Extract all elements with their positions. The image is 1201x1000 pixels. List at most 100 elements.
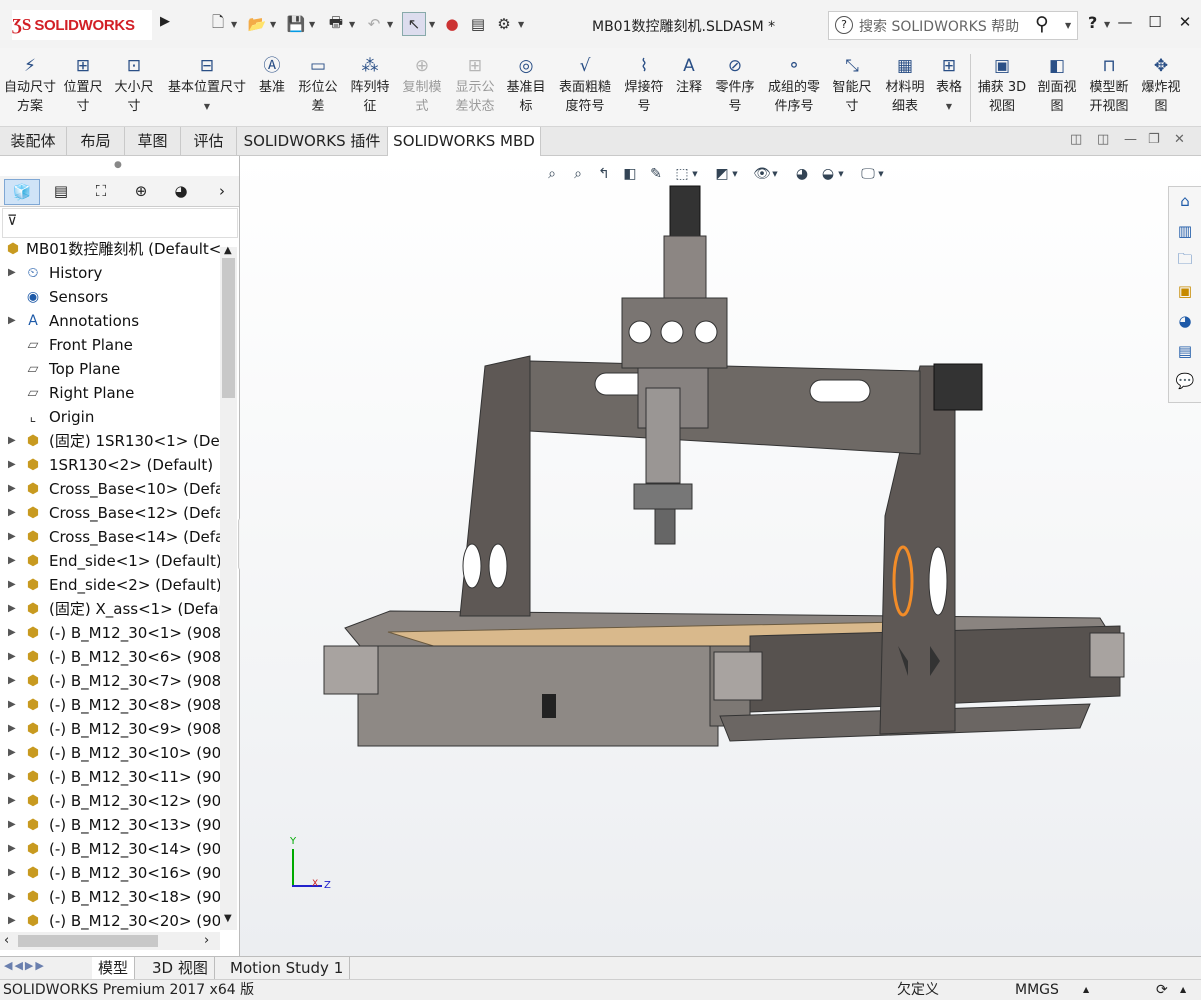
feature-tree-tab-icon[interactable]: 🧊 bbox=[4, 179, 40, 205]
chevron-up-icon[interactable]: ▲ bbox=[1083, 980, 1089, 1000]
weld-symbol-button[interactable]: ⌇ 焊接符号 bbox=[620, 54, 668, 116]
expand-arrow-icon[interactable]: ▶ bbox=[8, 261, 16, 285]
expand-arrow-icon[interactable]: ▶ bbox=[8, 453, 16, 477]
expand-arrow-icon[interactable]: ▶ bbox=[8, 693, 16, 717]
size-dimension-button[interactable]: ⊡ 大小尺寸 bbox=[110, 54, 158, 116]
scroll-up-icon[interactable]: ▲ bbox=[224, 245, 232, 256]
expand-arrow-icon[interactable]: ▶ bbox=[8, 477, 16, 501]
tree-item[interactable]: ▶ ⬢ End_side<1> (Default) bbox=[0, 549, 222, 573]
expand-arrow-icon[interactable]: ▶ bbox=[8, 789, 16, 813]
tab-3d-views[interactable]: 3D 视图 bbox=[146, 957, 215, 979]
options-icon[interactable]: ⚙ bbox=[493, 13, 515, 35]
table-button[interactable]: ⊞ 表格 ▼ bbox=[932, 54, 966, 116]
expand-arrow-icon[interactable]: ▶ bbox=[8, 573, 16, 597]
chevron-down-icon[interactable]: ▼ bbox=[518, 20, 524, 29]
file-properties-icon[interactable]: ▤ bbox=[467, 13, 489, 35]
tree-item[interactable]: ▶ ⬢ (-) B_M12_30<20> (908 bbox=[0, 909, 231, 933]
chevron-down-icon[interactable]: ▼ bbox=[162, 97, 252, 116]
tree-item[interactable]: ▱ Right Plane bbox=[0, 381, 220, 405]
expand-arrow-icon[interactable]: ▶ bbox=[8, 645, 16, 669]
chevron-down-icon[interactable]: ▼ bbox=[387, 20, 393, 29]
close-icon[interactable]: ✕ bbox=[1170, 13, 1200, 31]
expand-arrow-icon[interactable]: ▶ bbox=[8, 885, 16, 909]
open-icon[interactable]: 📂 bbox=[246, 13, 268, 35]
expand-arrow-icon[interactable]: ▶ bbox=[8, 525, 16, 549]
tree-item[interactable]: ▶ ⬢ (-) B_M12_30<10> (908 bbox=[0, 741, 231, 765]
select-icon[interactable]: ↖ bbox=[402, 12, 426, 36]
chevron-down-icon[interactable]: ▼ bbox=[932, 97, 966, 116]
units-selector[interactable]: MMGS bbox=[1015, 980, 1059, 1000]
chevron-down-icon[interactable]: ▼ bbox=[349, 20, 355, 29]
tree-item[interactable]: ▶ ⬢ Cross_Base<12> (Defau bbox=[0, 501, 234, 525]
expand-arrow-icon[interactable]: ▶ bbox=[8, 621, 16, 645]
file-explorer-icon[interactable]: 🗀 bbox=[1174, 250, 1196, 272]
tab-evaluate[interactable]: 评估 bbox=[181, 127, 237, 155]
tree-item[interactable]: ▱ Top Plane bbox=[0, 357, 220, 381]
search-icon[interactable]: ⚲ bbox=[1035, 13, 1049, 35]
tree-item[interactable]: ▶ ⬢ (-) B_M12_30<11> (908 bbox=[0, 765, 231, 789]
show-tolerance-status-button[interactable]: ⊞ 显示公差状态 bbox=[450, 54, 500, 116]
section-view-button[interactable]: ◧ 剖面视图 bbox=[1034, 54, 1080, 116]
tree-item[interactable]: ▶ ⬢ (-) B_M12_30<16> (908 bbox=[0, 861, 231, 885]
note-button[interactable]: A 注释 bbox=[670, 54, 708, 97]
undo-icon[interactable]: ↶ bbox=[363, 13, 385, 35]
menu-expand-icon[interactable]: ▶ bbox=[160, 14, 170, 29]
expand-arrow-icon[interactable]: ▶ bbox=[8, 309, 16, 333]
tile-left-icon[interactable]: ◫ bbox=[1070, 132, 1082, 147]
scroll-right-icon[interactable]: › bbox=[204, 933, 209, 948]
minimize-icon[interactable]: — bbox=[1110, 13, 1140, 31]
tab-solidworks-addins[interactable]: SOLIDWORKS 插件 bbox=[237, 127, 388, 155]
tree-item[interactable]: ▶ ⬢ 1SR130<2> (Default) bbox=[0, 453, 220, 477]
property-manager-tab-icon[interactable]: ▤ bbox=[44, 179, 78, 203]
appearances-icon[interactable]: ◕ bbox=[1174, 310, 1196, 332]
forum-icon[interactable]: 💬 bbox=[1174, 370, 1196, 392]
scrollbar-thumb[interactable] bbox=[222, 258, 235, 398]
basic-location-dimension-button[interactable]: ⊟ 基本位置尺寸 ▼ bbox=[162, 54, 252, 116]
expand-arrow-icon[interactable]: ▶ bbox=[8, 597, 16, 621]
tab-scroll-arrows-icon[interactable]: ◀◀▶▶ bbox=[4, 959, 46, 972]
panel-grip-icon[interactable]: ● bbox=[114, 160, 122, 170]
expand-arrow-icon[interactable]: ▶ bbox=[8, 549, 16, 573]
tab-solidworks-mbd[interactable]: SOLIDWORKS MBD bbox=[388, 127, 541, 156]
tree-item[interactable]: ▶ ⬢ (-) B_M12_30<13> (908 bbox=[0, 813, 231, 837]
tile-right-icon[interactable]: ◫ bbox=[1097, 132, 1109, 147]
search-box[interactable]: ? 搜索 SOLIDWORKS 帮助 ⚲ ▼ bbox=[828, 11, 1078, 40]
tree-item[interactable]: ▶ ⬢ (-) B_M12_30<12> (908 bbox=[0, 789, 231, 813]
chevron-down-icon[interactable]: ▼ bbox=[309, 20, 315, 29]
tree-item[interactable]: ▶ ⬢ Cross_Base<10> (Defau bbox=[0, 477, 234, 501]
chevron-down-icon[interactable]: ▼ bbox=[231, 20, 237, 29]
print-icon[interactable]: 🖶 bbox=[325, 13, 347, 35]
configuration-manager-tab-icon[interactable]: ⛶ bbox=[84, 179, 118, 203]
tab-layout[interactable]: 布局 bbox=[67, 127, 125, 155]
tree-item[interactable]: ▶ ⬢ (-) B_M12_30<6> (9085 bbox=[0, 645, 231, 669]
auto-dimension-button[interactable]: ⚡ 自动尺寸方案 bbox=[4, 54, 56, 116]
help-button[interactable]: ? bbox=[1088, 13, 1097, 32]
expand-arrow-icon[interactable]: ▶ bbox=[8, 837, 16, 861]
dimxpert-tab-icon[interactable]: ⊕ bbox=[124, 179, 158, 203]
rebuild-status-icon[interactable]: ⟳ bbox=[1156, 980, 1168, 1000]
tree-item[interactable]: ▶ ⬢ Cross_Base<14> (Defau bbox=[0, 525, 234, 549]
doc-restore-icon[interactable]: ❐ bbox=[1148, 132, 1160, 147]
tree-item[interactable]: ▶ ⬢ End_side<2> (Default) bbox=[0, 573, 222, 597]
rebuild-icon[interactable]: ● bbox=[441, 13, 463, 35]
tree-filter[interactable]: ⊽ bbox=[2, 208, 238, 238]
smart-dimension-button[interactable]: ⤡ 智能尺寸 bbox=[828, 54, 876, 116]
tree-item[interactable]: ▶ ⬢ (-) B_M12_30<8> (9085 bbox=[0, 693, 231, 717]
expand-arrow-icon[interactable]: ▶ bbox=[8, 741, 16, 765]
tree-item[interactable]: ⌞ Origin bbox=[0, 405, 220, 429]
custom-properties-icon[interactable]: ▤ bbox=[1174, 340, 1196, 362]
expand-arrow-icon[interactable]: ▶ bbox=[8, 813, 16, 837]
new-icon[interactable]: 🗋 bbox=[207, 13, 229, 35]
copy-scheme-button[interactable]: ⊕ 复制模式 bbox=[398, 54, 446, 116]
bill-of-materials-button[interactable]: ▦ 材料明细表 bbox=[880, 54, 930, 116]
scroll-left-icon[interactable]: ‹ bbox=[4, 933, 9, 948]
search-input[interactable]: 搜索 SOLIDWORKS 帮助 bbox=[859, 16, 1019, 36]
tree-item[interactable]: ▶ ⏲ History bbox=[0, 261, 220, 285]
graphics-area[interactable]: ⌕ ⌕ ↰ ◧ ✎ ⬚ ▼ ◩ ▼ 👁 ▼ ◕ ◒ ▼ 🖵 ▼ Y X Z ⌂ … bbox=[240, 156, 1201, 956]
expand-arrow-icon[interactable]: ▶ bbox=[8, 861, 16, 885]
pattern-feature-button[interactable]: ⁂ 阵列特征 bbox=[345, 54, 395, 116]
chevron-down-icon[interactable]: ▼ bbox=[429, 20, 435, 29]
tree-horizontal-scrollbar[interactable]: ‹ › bbox=[0, 932, 220, 950]
tab-motion-study[interactable]: Motion Study 1 bbox=[224, 957, 351, 979]
expand-arrow-icon[interactable]: ▶ bbox=[8, 429, 16, 453]
